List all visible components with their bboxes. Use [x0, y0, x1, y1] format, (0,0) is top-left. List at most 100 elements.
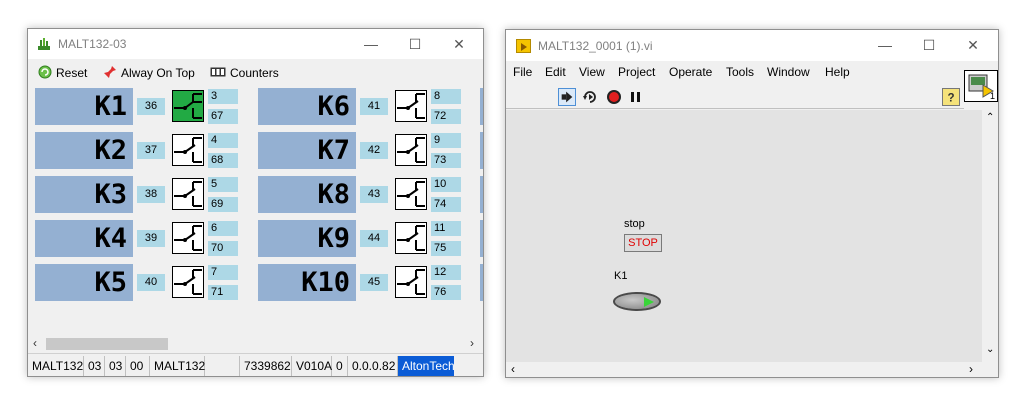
k10-top-number: 12: [431, 265, 461, 280]
k6-relay-label: K6: [258, 88, 356, 125]
maximize-button[interactable]: ☐: [400, 33, 430, 55]
menu-operate[interactable]: Operate: [669, 65, 712, 79]
k2-top-number: 4: [208, 133, 238, 148]
led-label: K1: [614, 270, 628, 282]
k9-relay-label: K9: [258, 220, 356, 257]
stop-button[interactable]: STOP: [624, 234, 662, 252]
abort-icon[interactable]: [605, 88, 623, 106]
scroll-right-icon[interactable]: ›: [470, 336, 474, 350]
scroll-up-icon[interactable]: ⌃: [986, 112, 994, 123]
k8-relay-label: K8: [258, 176, 356, 213]
menu-bar: Reset Alway On Top Counters: [28, 59, 483, 85]
k6-relay-toggle[interactable]: [395, 90, 427, 122]
scroll-down-icon[interactable]: ⌄: [986, 344, 994, 355]
k8-left-number: 43: [360, 186, 388, 203]
run-icon[interactable]: [558, 88, 576, 106]
always-on-top-menu-item[interactable]: Alway On Top: [103, 64, 195, 82]
title-bar[interactable]: MALT132_0001 (1).vi — ☐ ✕: [506, 30, 998, 61]
horizontal-scrollbar[interactable]: ‹ ›: [506, 362, 982, 377]
relay-grid: K1 36 3 67 K2 37 4 68 K3 38 5 69 K4 39 6 70 K5 40 7 71 K6 41 8…: [28, 85, 483, 335]
k2-bottom-number: 68: [208, 153, 238, 168]
status-ip: 0.0.0.82: [348, 356, 398, 376]
close-button[interactable]: ✕: [958, 34, 988, 56]
menu-view[interactable]: View: [579, 65, 605, 79]
window-title: MALT132_0001 (1).vi: [538, 39, 653, 53]
app-icon: [38, 38, 50, 50]
reset-label: Reset: [56, 66, 88, 80]
k8-relay-toggle[interactable]: [395, 178, 427, 210]
k10-relay-toggle[interactable]: [395, 266, 427, 298]
status-field-1: 03: [84, 356, 105, 376]
svg-text:?: ?: [947, 92, 954, 104]
status-field-3: 00: [126, 356, 150, 376]
k6-bottom-number: 72: [431, 109, 461, 124]
counters-label: Counters: [230, 66, 279, 80]
menu-project[interactable]: Project: [618, 65, 655, 79]
switch-icon: [397, 137, 425, 163]
k5-relay-toggle[interactable]: [172, 266, 204, 298]
k8-next-column-edge: [480, 176, 483, 213]
run-continuously-icon[interactable]: [581, 88, 599, 106]
k9-left-number: 44: [360, 230, 388, 247]
help-icon[interactable]: ?: [942, 88, 960, 106]
switch-icon: [174, 137, 202, 163]
scrollbar-thumb[interactable]: [46, 338, 168, 350]
labview-window: MALT132_0001 (1).vi — ☐ ✕ File Edit View…: [505, 29, 999, 378]
switch-icon: [174, 269, 202, 295]
status-field-8: 0: [332, 356, 348, 376]
switch-icon: [174, 181, 202, 207]
scroll-left-icon[interactable]: ‹: [511, 362, 515, 376]
scroll-left-icon[interactable]: ‹: [33, 336, 37, 350]
front-panel: stop STOP K1: [506, 110, 982, 362]
menu-tools[interactable]: Tools: [726, 65, 754, 79]
stop-label: stop: [624, 218, 645, 230]
k7-bottom-number: 73: [431, 153, 461, 168]
k2-relay-label: K2: [35, 132, 133, 169]
k3-bottom-number: 69: [208, 197, 238, 212]
maximize-button[interactable]: ☐: [914, 34, 944, 56]
reset-menu-item[interactable]: Reset: [38, 64, 87, 82]
k4-bottom-number: 70: [208, 241, 238, 256]
pause-icon[interactable]: [627, 88, 645, 106]
k4-relay-toggle[interactable]: [172, 222, 204, 254]
status-serial: 7339862: [240, 356, 292, 376]
k10-relay-label: K10: [258, 264, 356, 301]
close-button[interactable]: ✕: [444, 33, 474, 55]
switch-icon: [397, 269, 425, 295]
horizontal-scrollbar[interactable]: ‹ ›: [28, 335, 483, 353]
counters-menu-item[interactable]: Counters: [210, 64, 279, 82]
k9-bottom-number: 75: [431, 241, 461, 256]
k2-relay-toggle[interactable]: [172, 134, 204, 166]
vi-icon[interactable]: 1: [964, 70, 998, 102]
menu-window[interactable]: Window: [767, 65, 810, 79]
k9-relay-toggle[interactable]: [395, 222, 427, 254]
k4-left-number: 39: [137, 230, 165, 247]
k1-led-indicator[interactable]: [613, 292, 661, 311]
menu-help[interactable]: Help: [825, 65, 850, 79]
minimize-button[interactable]: —: [870, 34, 900, 56]
k5-relay-label: K5: [35, 264, 133, 301]
menu-bar: File Edit View Project Operate Tools Win…: [506, 61, 964, 85]
minimize-button[interactable]: —: [356, 33, 386, 55]
k10-left-number: 45: [360, 274, 388, 291]
k8-top-number: 10: [431, 177, 461, 192]
menu-file[interactable]: File: [513, 65, 532, 79]
reset-icon: [38, 65, 52, 82]
k9-top-number: 11: [431, 221, 461, 236]
k7-relay-toggle[interactable]: [395, 134, 427, 166]
k3-relay-toggle[interactable]: [172, 178, 204, 210]
menu-edit[interactable]: Edit: [545, 65, 566, 79]
scroll-right-icon[interactable]: ›: [969, 362, 973, 376]
k2-left-number: 37: [137, 142, 165, 159]
k7-next-column-edge: [480, 132, 483, 169]
title-bar[interactable]: MALT132-03 — ☐ ✕: [28, 29, 483, 59]
k1-relay-toggle[interactable]: [172, 90, 204, 122]
led-play-icon: [644, 297, 654, 307]
k7-left-number: 42: [360, 142, 388, 159]
k10-next-column-edge: [480, 264, 483, 301]
vertical-scrollbar[interactable]: ⌃ ⌄: [982, 110, 998, 362]
k6-next-column-edge: [480, 88, 483, 125]
labview-icon: [516, 39, 531, 53]
k10-bottom-number: 76: [431, 285, 461, 300]
k7-relay-label: K7: [258, 132, 356, 169]
